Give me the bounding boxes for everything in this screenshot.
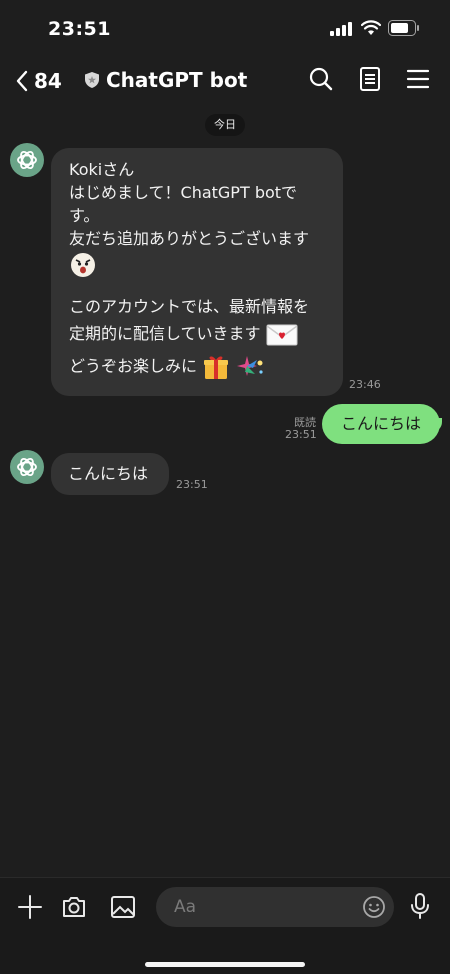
message-time: 23:51 xyxy=(285,428,317,441)
back-button[interactable]: 84 xyxy=(14,68,70,94)
chat-header: 84 ChatGPT bot xyxy=(0,56,450,104)
message-line: このアカウントでは、最新情報を xyxy=(69,297,310,316)
chat-title[interactable]: ChatGPT bot xyxy=(84,68,247,92)
openai-logo-icon xyxy=(17,457,37,477)
unread-count: 84 xyxy=(34,69,62,93)
chat-title-text: ChatGPT bot xyxy=(106,68,248,92)
message-bubble[interactable]: こんにちは xyxy=(51,453,169,495)
message-line: はじめまして！ChatGPT botで xyxy=(69,183,298,202)
back-chevron-icon xyxy=(16,70,28,92)
message-line: す。 xyxy=(69,206,100,225)
message-line: 友だち追加ありがとうございます xyxy=(69,229,310,248)
message-input[interactable]: Aa xyxy=(156,887,394,927)
menu-icon[interactable] xyxy=(405,66,431,92)
character-emoji-icon xyxy=(71,253,95,277)
message-line-row: 定期的に配信していきます xyxy=(69,322,325,347)
wifi-icon xyxy=(361,20,381,35)
message-line: Kokiさん xyxy=(69,160,135,179)
shield-icon xyxy=(85,72,99,88)
message-input-placeholder: Aa xyxy=(174,897,197,917)
home-indicator xyxy=(145,962,305,967)
image-icon[interactable] xyxy=(110,894,136,920)
search-icon[interactable] xyxy=(308,66,334,92)
sparkle-emoji-icon xyxy=(237,355,263,376)
bot-avatar[interactable] xyxy=(10,143,44,177)
battery-icon xyxy=(388,20,419,36)
gift-emoji-icon xyxy=(204,356,229,379)
message-time: 23:46 xyxy=(349,378,381,391)
message-line: 定期的に配信していきます xyxy=(69,324,261,343)
plus-icon[interactable] xyxy=(17,894,43,920)
mic-icon[interactable] xyxy=(408,892,432,920)
emoji-row xyxy=(69,251,325,281)
bot-avatar[interactable] xyxy=(10,450,44,484)
date-separator: 今日 xyxy=(205,114,245,136)
message-time: 23:51 xyxy=(176,478,208,491)
message-bubble[interactable]: Kokiさん はじめまして！ChatGPT botで す。 友だち追加ありがとう… xyxy=(51,148,343,396)
my-message-bubble[interactable]: こんにちは xyxy=(322,404,440,444)
openai-logo-icon xyxy=(17,150,37,170)
envelope-emoji-icon xyxy=(266,324,298,345)
message-line-row: どうぞお楽しみに xyxy=(69,353,325,381)
emoji-icon[interactable] xyxy=(362,895,386,919)
signal-icon xyxy=(330,22,352,36)
status-time: 23:51 xyxy=(48,18,111,40)
status-bar: 23:51 xyxy=(0,0,450,56)
notes-icon[interactable] xyxy=(357,66,383,92)
camera-icon[interactable] xyxy=(61,894,87,920)
message-line: どうぞお楽しみに xyxy=(69,356,198,375)
composer-bar: Aa xyxy=(0,877,450,974)
